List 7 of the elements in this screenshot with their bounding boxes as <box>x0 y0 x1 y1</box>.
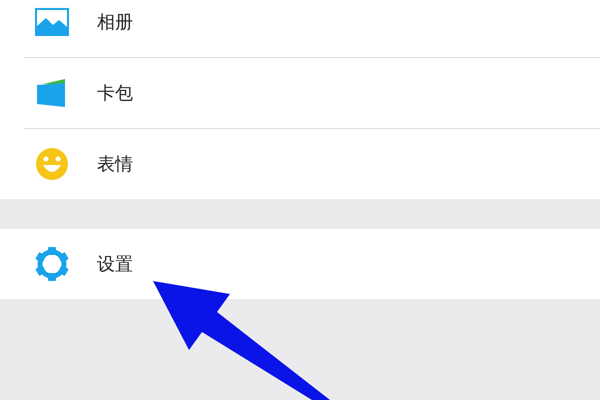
menu-label: 卡包 <box>97 82 133 106</box>
menu-label: 相册 <box>97 10 133 34</box>
picture-icon <box>34 8 68 36</box>
menu-label: 设置 <box>97 252 133 276</box>
settings-icon <box>34 247 68 281</box>
smiley-icon <box>34 147 68 181</box>
menu-label: 表情 <box>97 152 133 176</box>
